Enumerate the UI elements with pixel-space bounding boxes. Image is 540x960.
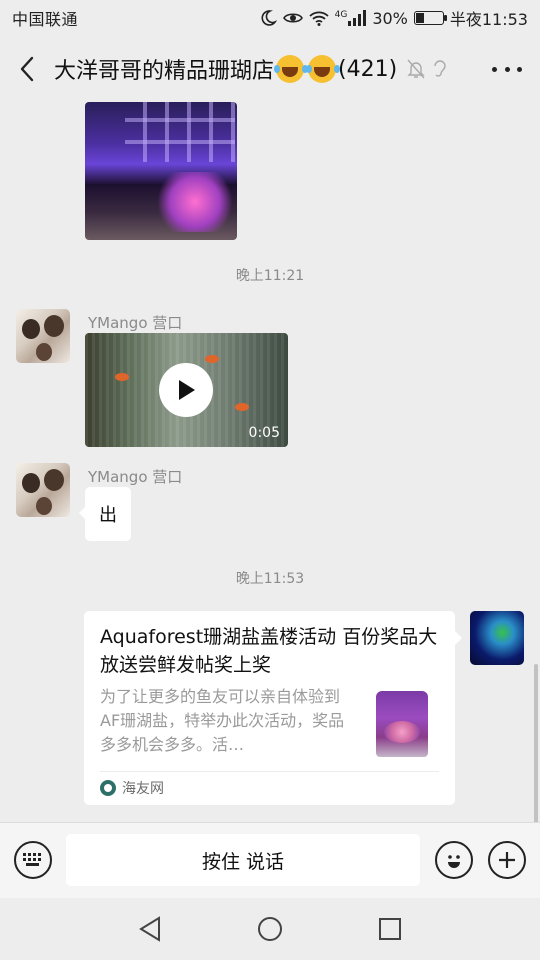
carrier-label: 中国联通 [12, 10, 79, 29]
sender-name: YMango 营口 [88, 468, 183, 486]
text-message[interactable]: 出 [79, 487, 131, 541]
emoji-button[interactable] [435, 841, 473, 879]
source-name: 海友网 [122, 781, 164, 797]
more-icon [492, 66, 497, 72]
sender-name: YMango 营口 [88, 314, 183, 332]
chat-header: 大洋哥哥的精品珊瑚店 (421) [0, 36, 540, 102]
signal-icon: 4G [335, 10, 367, 26]
timestamp: 晚上11:53 [235, 571, 305, 587]
recents-square-icon [379, 918, 401, 940]
back-arrow-icon [20, 56, 34, 82]
avatar[interactable] [16, 463, 70, 517]
link-source: 海友网 [100, 777, 164, 799]
divider [100, 771, 439, 772]
emoji-icon [448, 855, 460, 868]
network-type: 4G [334, 10, 348, 20]
source-logo-icon [100, 780, 116, 796]
laughing-emoji-icon [274, 55, 305, 83]
plus-icon [499, 852, 515, 868]
chat-title[interactable]: 大洋哥哥的精品珊瑚店 (421) [54, 53, 447, 85]
more-button[interactable] [492, 56, 522, 82]
wifi-icon [308, 10, 329, 26]
message-list[interactable]: 晚上11:21 YMango 营口 0:05 YMango 营口 出 晚上11:… [0, 102, 540, 822]
image-message[interactable] [85, 102, 237, 240]
keyboard-toggle-button[interactable] [14, 841, 52, 879]
system-nav-bar [0, 898, 540, 960]
scrollbar[interactable] [534, 664, 538, 822]
mute-bell-icon [407, 59, 425, 79]
clock: 半夜11:53 [449, 10, 528, 29]
video-duration: 0:05 [248, 425, 280, 441]
battery-percent: 30% [372, 8, 408, 28]
eye-icon [282, 10, 303, 26]
input-bar: 按住 说话 [0, 822, 540, 898]
battery-icon [413, 11, 447, 25]
back-triangle-icon [139, 916, 160, 942]
more-functions-button[interactable] [488, 841, 526, 879]
status-icons: 4G 30% 半夜11:53 [259, 6, 528, 30]
status-bar: 中国联通 4G 30% 半夜11:53 [0, 0, 540, 36]
member-count: (421) [338, 56, 398, 82]
hold-to-talk-button[interactable]: 按住 说话 [66, 834, 420, 886]
play-button[interactable] [159, 363, 213, 417]
ear-icon [434, 60, 446, 77]
video-message[interactable]: 0:05 [85, 333, 288, 447]
my-avatar[interactable] [470, 611, 524, 665]
home-circle-icon [258, 917, 282, 941]
link-title: Aquaforest珊湖盐盖楼活动 百份奖品大放送尝鲜发帖奖上奖 [100, 626, 438, 676]
avatar[interactable] [16, 309, 70, 363]
play-icon [179, 380, 195, 400]
group-name: 大洋哥哥的精品珊瑚店 [54, 59, 275, 84]
timestamp: 晚上11:21 [235, 268, 305, 284]
laughing-emoji-icon [306, 55, 337, 83]
link-description: 为了让更多的鱼友可以亲自体验到AF珊湖盐，特举办此次活动，奖品多多机会多多。活… [100, 687, 345, 754]
link-card-message[interactable]: Aquaforest珊湖盐盖楼活动 百份奖品大放送尝鲜发帖奖上奖 为了让更多的鱼… [84, 611, 462, 805]
link-thumbnail [366, 687, 438, 759]
back-button[interactable] [0, 36, 54, 102]
moon-icon [259, 9, 277, 27]
nav-home-button[interactable] [250, 909, 290, 949]
keyboard-icon [23, 853, 41, 866]
nav-back-button[interactable] [130, 909, 170, 949]
nav-recents-button[interactable] [370, 909, 410, 949]
